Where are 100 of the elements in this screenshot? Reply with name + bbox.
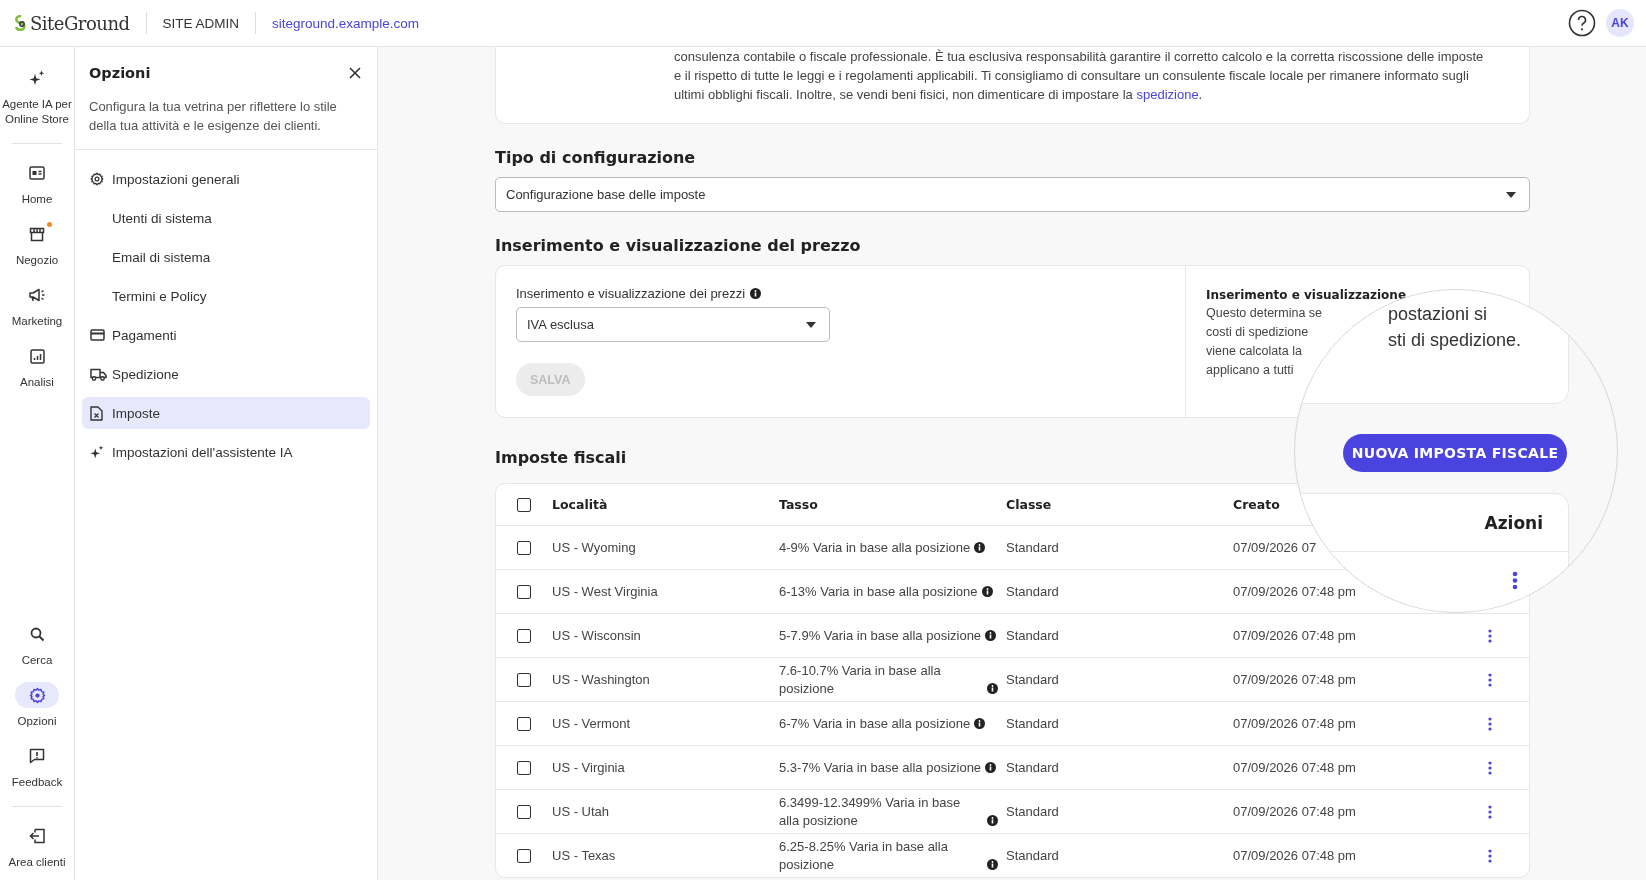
info-icon[interactable]	[987, 682, 998, 694]
info-icon[interactable]	[987, 858, 998, 870]
table-cell-text: Standard	[1006, 626, 1060, 645]
sparkle-icon	[90, 445, 104, 459]
more-options-icon[interactable]	[1488, 760, 1492, 775]
caret-icon	[806, 321, 816, 328]
row-checkbox[interactable]	[517, 760, 531, 775]
chart-icon	[29, 348, 45, 364]
more-options-icon[interactable]	[1488, 672, 1492, 687]
column-header: Tasso	[779, 497, 819, 512]
rail-item[interactable]: Marketing	[2, 282, 72, 329]
info-title: Inserimento e visualizzazione	[1206, 287, 1406, 304]
configuration-select[interactable]: Configurazione base delle imposte	[495, 177, 1530, 212]
megaphone-icon	[28, 288, 46, 302]
table-cell-text: Standard	[1006, 846, 1060, 865]
menu-item[interactable]: Impostazioni generali	[82, 163, 370, 195]
row-checkbox[interactable]	[517, 672, 531, 687]
table-cell-text: 07/09/2026 07:48 pm	[1233, 670, 1357, 689]
logo-icon	[14, 15, 28, 31]
row-checkbox[interactable]	[517, 804, 531, 819]
magnified-text: postazioni si	[1388, 303, 1489, 326]
table-cell: 4-9% Varia in base alla posizione	[779, 538, 971, 557]
magnified-text: sti di spedizione.	[1388, 329, 1523, 352]
info-icon[interactable]	[985, 629, 997, 641]
menu-item[interactable]: Utenti di sistema	[82, 202, 370, 234]
rail-item[interactable]: Agente IA per Online Store	[2, 65, 72, 127]
more-options-icon[interactable]	[1488, 804, 1492, 819]
home-icon	[29, 166, 45, 180]
info-icon[interactable]	[974, 541, 986, 553]
table-cell-text: Standard	[1006, 758, 1060, 777]
info-icon[interactable]	[987, 814, 998, 826]
more-options-icon[interactable]	[1512, 570, 1518, 590]
rail-item[interactable]: Home	[2, 160, 72, 207]
rail-item[interactable]: Cerca	[2, 621, 72, 668]
credit-card-icon	[90, 329, 105, 341]
rail-item[interactable]: Opzioni	[2, 682, 72, 729]
menu-item[interactable]: Impostazioni dell'assistente IA	[82, 436, 370, 468]
rail-item[interactable]: Feedback	[2, 743, 72, 790]
info-text: Questo determina se	[1206, 305, 1323, 322]
column-header: Azioni	[1484, 512, 1543, 533]
settings-icon	[90, 172, 104, 186]
table-cell-text: US - Vermont	[552, 714, 632, 733]
rail-item[interactable]: Area clienti	[2, 823, 72, 870]
table-cell: 5.3-7% Varia in base alla posizione	[779, 758, 982, 777]
row-checkbox[interactable]	[517, 628, 531, 643]
panel-description: Configura la tua vetrina per riflettere lo stile della tua attività e le esigenze dei clienti.	[89, 98, 338, 135]
store-icon	[29, 226, 45, 242]
info-text: applicano a tutti	[1206, 362, 1294, 379]
table-cell-text: US - Wyoming	[552, 538, 637, 557]
notice-text: consulenza contabile o fiscale professionale. È tua esclusiva responsabilità garantire il corretto calcolo e la corretta riscossione delle imposte e il rispetto di tutte le leggi e i regolamenti applicabili. Ti consigliamo di consultare un consulente fiscale locale per rimanere informato sugli ultimi obblighi fiscali. Inoltre, se vendi beni fisici, non dimenticare di impostare la spedizione.	[674, 48, 1485, 104]
column-header: Creato	[1233, 497, 1281, 512]
info-text: viene calcolata la	[1206, 343, 1302, 360]
info-icon[interactable]	[981, 585, 993, 597]
help-icon[interactable]	[1568, 9, 1596, 37]
new-tax-button[interactable]: NUOVA IMPOSTA FISCALE	[1343, 434, 1567, 472]
menu-item[interactable]: Imposte	[82, 397, 370, 429]
table-cell-text: 07/09/2026 07:48 pm	[1233, 582, 1357, 601]
row-checkbox[interactable]	[517, 716, 531, 731]
menu-item[interactable]: Spedizione	[82, 358, 370, 390]
info-text: costi di spedizione	[1206, 324, 1309, 341]
row-checkbox[interactable]	[517, 848, 531, 863]
menu-item[interactable]: Pagamenti	[82, 319, 370, 351]
more-options-icon[interactable]	[1488, 628, 1492, 643]
menu-item[interactable]: Termini e Policy	[82, 280, 370, 312]
logo[interactable]: SiteGround	[30, 12, 130, 34]
close-icon[interactable]	[347, 65, 363, 81]
rail-item[interactable]: Negozio	[2, 221, 72, 268]
table-cell: 5-7.9% Varia in base alla posizione	[779, 626, 982, 645]
truck-icon	[90, 367, 107, 381]
table-cell-text: 07/09/2026 07	[1233, 538, 1318, 557]
more-options-icon[interactable]	[1488, 848, 1492, 863]
table-cell-text: US - Utah	[552, 802, 611, 821]
domain-link[interactable]: siteground.example.com	[272, 15, 420, 31]
select-all-checkbox[interactable]	[517, 497, 531, 512]
section-heading: Tipo di configurazione	[495, 148, 696, 167]
column-header: Classe	[1006, 497, 1053, 512]
table-cell-text: US - Wisconsin	[552, 626, 642, 645]
menu-item[interactable]: Email di sistema	[82, 241, 370, 273]
exit-icon	[28, 828, 46, 844]
more-options-icon[interactable]	[1488, 716, 1492, 731]
table-cell-text: 07/09/2026 07:48 pm	[1233, 758, 1357, 777]
table-cell-text: 07/09/2026 07:48 pm	[1233, 626, 1357, 645]
price-display-select[interactable]: IVA esclusa	[516, 307, 830, 342]
info-icon[interactable]	[750, 288, 762, 299]
row-checkbox[interactable]	[517, 584, 531, 599]
table-cell-text: 07/09/2026 07:48 pm	[1233, 714, 1357, 733]
info-icon[interactable]	[985, 761, 997, 773]
sparkle-icon	[29, 70, 45, 86]
rail-item[interactable]: Analisi	[2, 343, 72, 390]
info-icon[interactable]	[974, 717, 986, 729]
table-cell-text: 6.3499-12.3499% Varia in base alla posizione	[779, 793, 962, 830]
user-avatar[interactable]: AK	[1606, 9, 1634, 37]
table-cell-text: Standard	[1006, 538, 1060, 557]
shipping-link[interactable]: spedizione	[1136, 87, 1199, 102]
field-label: Inserimento e visualizzazione dei prezzi	[516, 286, 746, 301]
section-heading: Imposte fiscali	[495, 448, 627, 467]
table-cell-text: Standard	[1006, 802, 1060, 821]
row-checkbox[interactable]	[517, 540, 531, 555]
column-header: Località	[552, 497, 609, 512]
document-icon	[90, 405, 103, 421]
